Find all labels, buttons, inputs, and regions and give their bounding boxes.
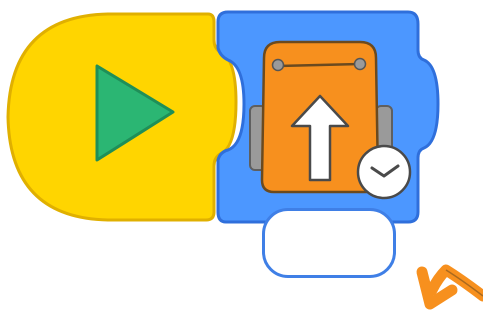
curved-arrow-icon (416, 264, 483, 310)
move-forward-block[interactable] (216, 10, 440, 224)
coding-canvas (0, 0, 483, 314)
clock-icon (356, 144, 412, 200)
start-trigger-block[interactable] (6, 12, 238, 222)
move-steps-parameter-input[interactable] (262, 208, 396, 278)
